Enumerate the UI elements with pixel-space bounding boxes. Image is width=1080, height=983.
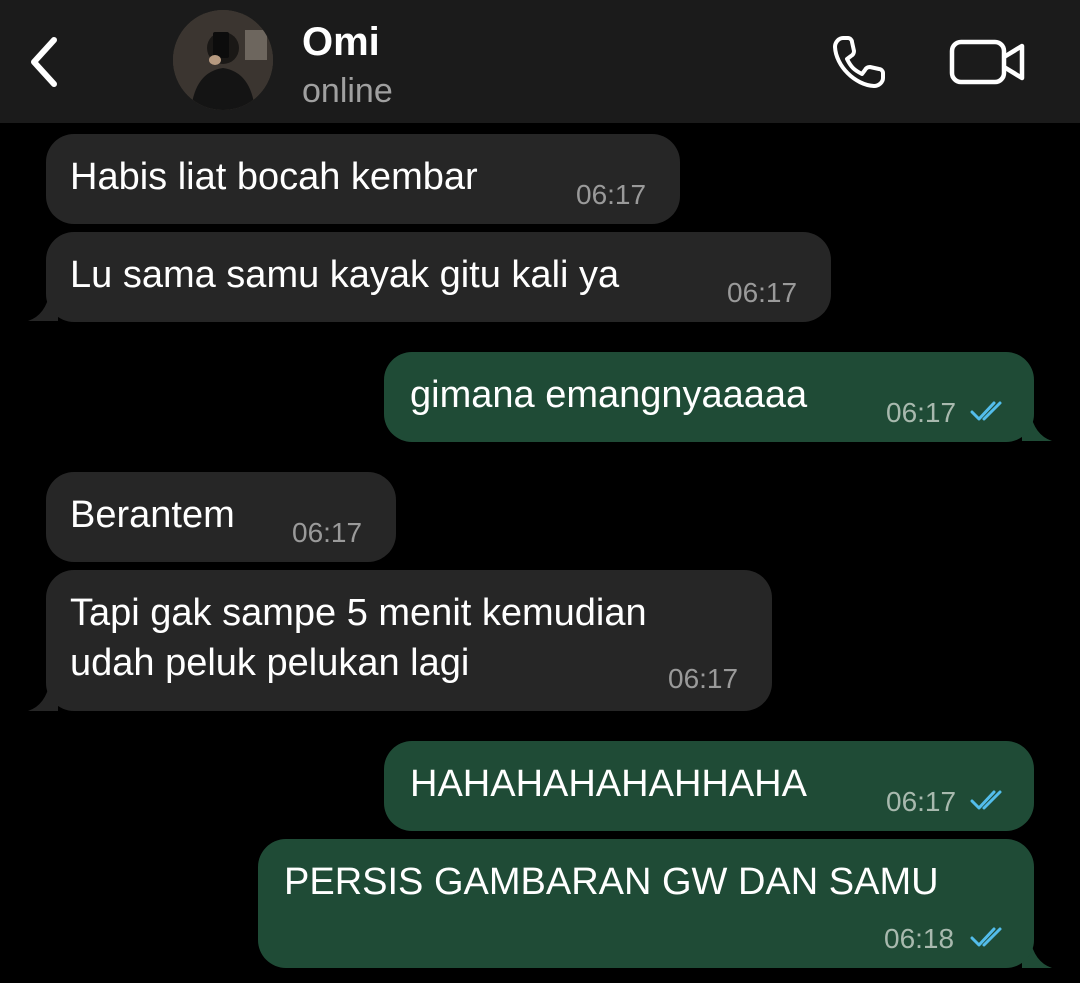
outgoing-message[interactable]: PERSIS GAMBARAN GW DAN SAMU 06:18 [258,839,1034,968]
message-text: Berantem [70,494,235,536]
outgoing-message[interactable]: HAHAHAHAHAHHAHA 06:17 [384,741,1034,831]
contact-status: online [302,72,393,110]
incoming-message[interactable]: Tapi gak sampe 5 menit kemudian udah pel… [46,570,772,711]
read-receipt-icon [970,401,1002,421]
message-time: 06:17 [886,397,957,428]
chevron-left-icon [31,37,57,87]
contact-name[interactable]: Omi [302,20,380,64]
message-text: HAHAHAHAHAHHAHA [410,763,807,805]
message-time: 06:17 [886,786,957,817]
chat-header: Omi online [0,0,1080,123]
message-time: 06:17 [727,277,798,308]
incoming-message[interactable]: Berantem 06:17 [46,472,396,562]
contact-avatar[interactable] [173,10,273,110]
read-receipt-icon [970,927,1002,947]
incoming-message[interactable]: Lu sama samu kayak gitu kali ya 06:17 [46,232,831,322]
message-time: 06:17 [668,663,739,694]
message-time: 06:17 [576,179,647,210]
message-text-line: Tapi gak sampe 5 menit kemudian [70,592,647,634]
message-time: 06:17 [292,517,363,548]
avatar-photo [173,10,273,110]
video-call-button[interactable] [946,30,1030,94]
message-text-line: udah peluk pelukan lagi [70,642,470,684]
video-camera-icon [949,39,1025,85]
message-time: 06:18 [884,923,955,954]
read-receipt-icon [970,790,1002,810]
outgoing-message[interactable]: gimana emangnyaaaaa 06:17 [384,352,1034,442]
message-text: PERSIS GAMBARAN GW DAN SAMU [284,861,939,903]
message-list[interactable]: Habis liat bocah kembar 06:17 Lu sama sa… [0,123,1080,983]
message-text: gimana emangnyaaaaa [410,374,808,416]
voice-call-button[interactable] [826,30,892,94]
incoming-message[interactable]: Habis liat bocah kembar 06:17 [46,134,680,224]
back-button[interactable] [22,30,66,94]
message-text: Habis liat bocah kembar [70,156,478,198]
phone-icon [833,36,885,88]
message-text: Lu sama samu kayak gitu kali ya [70,254,620,296]
